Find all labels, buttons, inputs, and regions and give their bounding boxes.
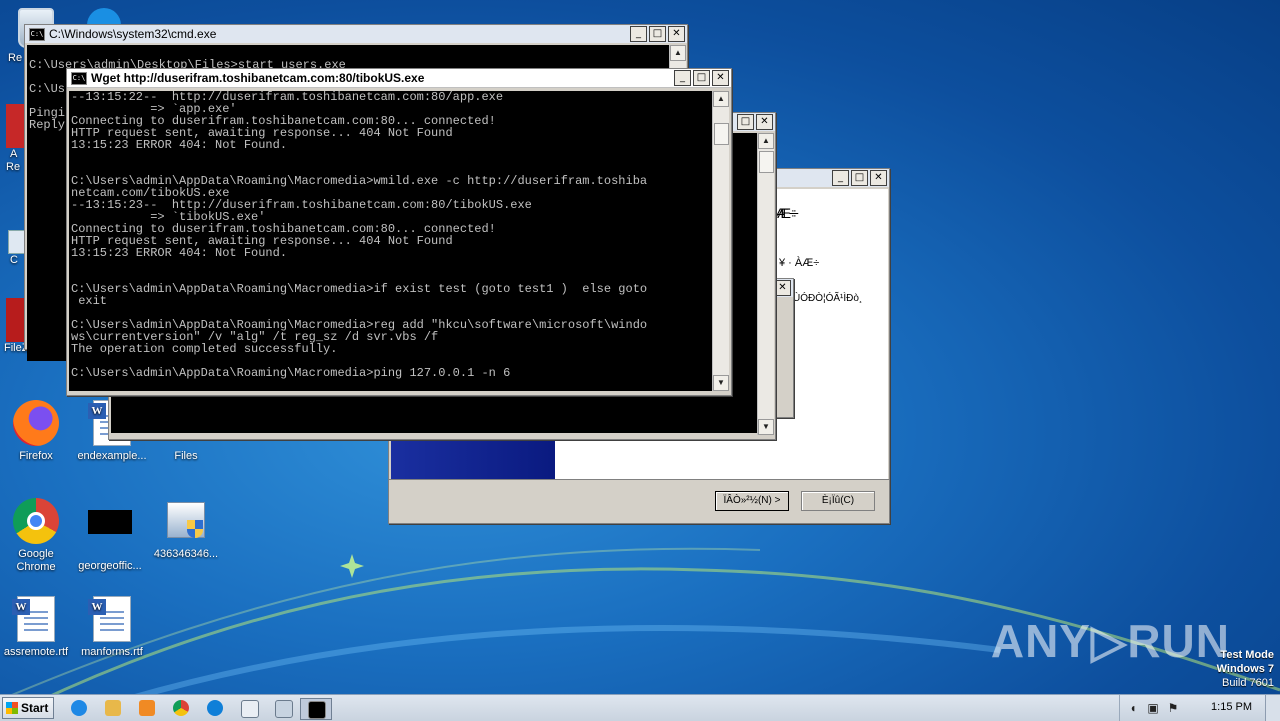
scroll-thumb[interactable] (759, 151, 774, 173)
cmd-titlebar[interactable]: C:\ C:\Windows\system32\cmd.exe _ □ ✕ (25, 25, 687, 43)
anyrun-watermark: ANY▷RUN (990, 615, 1230, 667)
desktop-icon-firefox[interactable]: Firefox (0, 400, 72, 463)
folder-icon (105, 700, 121, 716)
desktop-icon-chrome[interactable]: Google Chrome (0, 498, 72, 574)
os-name: Windows 7 (1216, 663, 1274, 675)
black-file-icon (88, 510, 132, 534)
taskbar-chrome[interactable] (166, 698, 196, 718)
taskbar-window-1[interactable] (234, 698, 264, 718)
minimize-button[interactable]: _ (674, 70, 691, 86)
cmd-icon: C:\ (29, 27, 45, 41)
maximize-button[interactable]: □ (737, 114, 754, 130)
word-doc-icon: W (12, 596, 55, 642)
maximize-button[interactable]: □ (693, 70, 710, 86)
installer-line2: ÙÓÐÒ¦ÓÃ¹ÌÐò¸ (793, 293, 863, 304)
next-button[interactable]: ÏÂÒ»²½(N) > (715, 491, 789, 511)
desktop-icon-georgeoffic[interactable]: georgeoffic... (74, 498, 146, 573)
wget-titlebar[interactable]: C:\ Wget http://duserifram.toshibanetcam… (67, 69, 731, 88)
manforms-label: manforms.rtf (81, 646, 143, 658)
wget-scrollbar[interactable]: ▲ ▼ (712, 91, 729, 391)
show-desktop-button[interactable] (1265, 695, 1280, 721)
firefox-icon (13, 400, 59, 446)
cmd-icon (308, 701, 326, 719)
system-tray: ◖ ▣ ⚑ 1:15 PM (1119, 695, 1280, 721)
close-button[interactable]: ✕ (870, 170, 887, 186)
taskbar-explorer[interactable] (98, 698, 128, 718)
cmd-title: C:\Windows\system32\cmd.exe (49, 27, 217, 41)
taskbar-clock[interactable]: 1:15 PM (1211, 701, 1252, 713)
installer-banner (391, 439, 555, 479)
ie-icon (71, 700, 87, 716)
word-doc-icon: W (88, 596, 131, 642)
taskbar-ie[interactable] (64, 698, 94, 718)
chrome-icon (173, 700, 189, 716)
maximize-button[interactable]: □ (851, 170, 868, 186)
chrome-label: Google Chrome (16, 548, 56, 573)
taskbar-cmd[interactable] (300, 698, 332, 720)
scroll-down-arrow[interactable]: ▼ (758, 419, 774, 435)
close-button[interactable]: ✕ (712, 70, 729, 86)
wget-title: Wget http://duserifram.toshibanetcam.com… (91, 71, 425, 85)
start-label: Start (21, 701, 49, 715)
action-center-flag-icon[interactable]: ⚑ (1166, 701, 1180, 715)
installer-line1: ¥ · ÀÆ÷ (779, 257, 820, 269)
firefox-label: Firefox (19, 450, 53, 462)
taskbar-media[interactable] (132, 698, 162, 718)
scroll-down-arrow[interactable]: ▼ (713, 375, 729, 391)
os-build: Build 7601 (1222, 677, 1274, 689)
taskbar-edge[interactable] (200, 698, 230, 718)
close-button[interactable]: ✕ (668, 26, 685, 42)
desktop-icon-manforms[interactable]: W manforms.rtf (76, 596, 148, 659)
maximize-button[interactable]: □ (649, 26, 666, 42)
georgeoffic-label: georgeoffic... (78, 560, 142, 572)
minimize-button[interactable]: _ (630, 26, 647, 42)
scroll-up-arrow[interactable]: ▲ (713, 91, 729, 107)
cmd-icon: C:\ (71, 71, 87, 85)
desktop-icon-436346346[interactable]: 436346346... (150, 498, 222, 561)
chrome-icon (13, 498, 59, 544)
installer-heading-vis: Æ÷ (775, 205, 797, 221)
installer-label: 436346346... (153, 548, 219, 560)
test-mode-text: Test Mode (1220, 649, 1274, 661)
assremote-label: assremote.rtf (3, 646, 69, 658)
wallpaper-sparkle (340, 554, 364, 578)
endexample-label: endexample... (77, 450, 147, 462)
taskbar: Start ◖ ▣ ⚑ 1:15 PM (0, 694, 1280, 721)
desktop-icon-assremote[interactable]: W assremote.rtf (0, 596, 72, 659)
test-mode-label: Test Mode Windows 7 Build 7601 (1217, 648, 1274, 690)
installer-icon (163, 498, 209, 544)
scroll-up-arrow[interactable]: ▲ (670, 45, 686, 61)
media-player-icon (139, 700, 155, 716)
edge-icon (207, 700, 223, 716)
cancel-button[interactable]: È¡Ïû(C) (801, 491, 875, 511)
files-label: Files (174, 450, 198, 462)
middle-scrollbar[interactable]: ▲ ▼ (757, 133, 774, 435)
window-icon (241, 700, 259, 718)
close-button[interactable]: ✕ (756, 114, 773, 130)
windows-logo-icon (6, 702, 18, 714)
scroll-up-arrow[interactable]: ▲ (758, 133, 774, 149)
start-button[interactable]: Start (2, 697, 54, 719)
taskbar-installer[interactable] (268, 698, 298, 718)
wget-window[interactable]: C:\ Wget http://duserifram.toshibanetcam… (66, 68, 732, 396)
minimize-button[interactable]: _ (832, 170, 849, 186)
wget-console[interactable]: --13:15:22-- http://duserifram.toshibane… (69, 91, 713, 391)
scroll-thumb[interactable] (714, 123, 729, 145)
close-button[interactable]: ✕ (774, 280, 791, 296)
volume-icon[interactable]: ◖ (1126, 701, 1140, 715)
installer-icon (275, 700, 293, 718)
network-icon[interactable]: ▣ (1146, 701, 1160, 715)
